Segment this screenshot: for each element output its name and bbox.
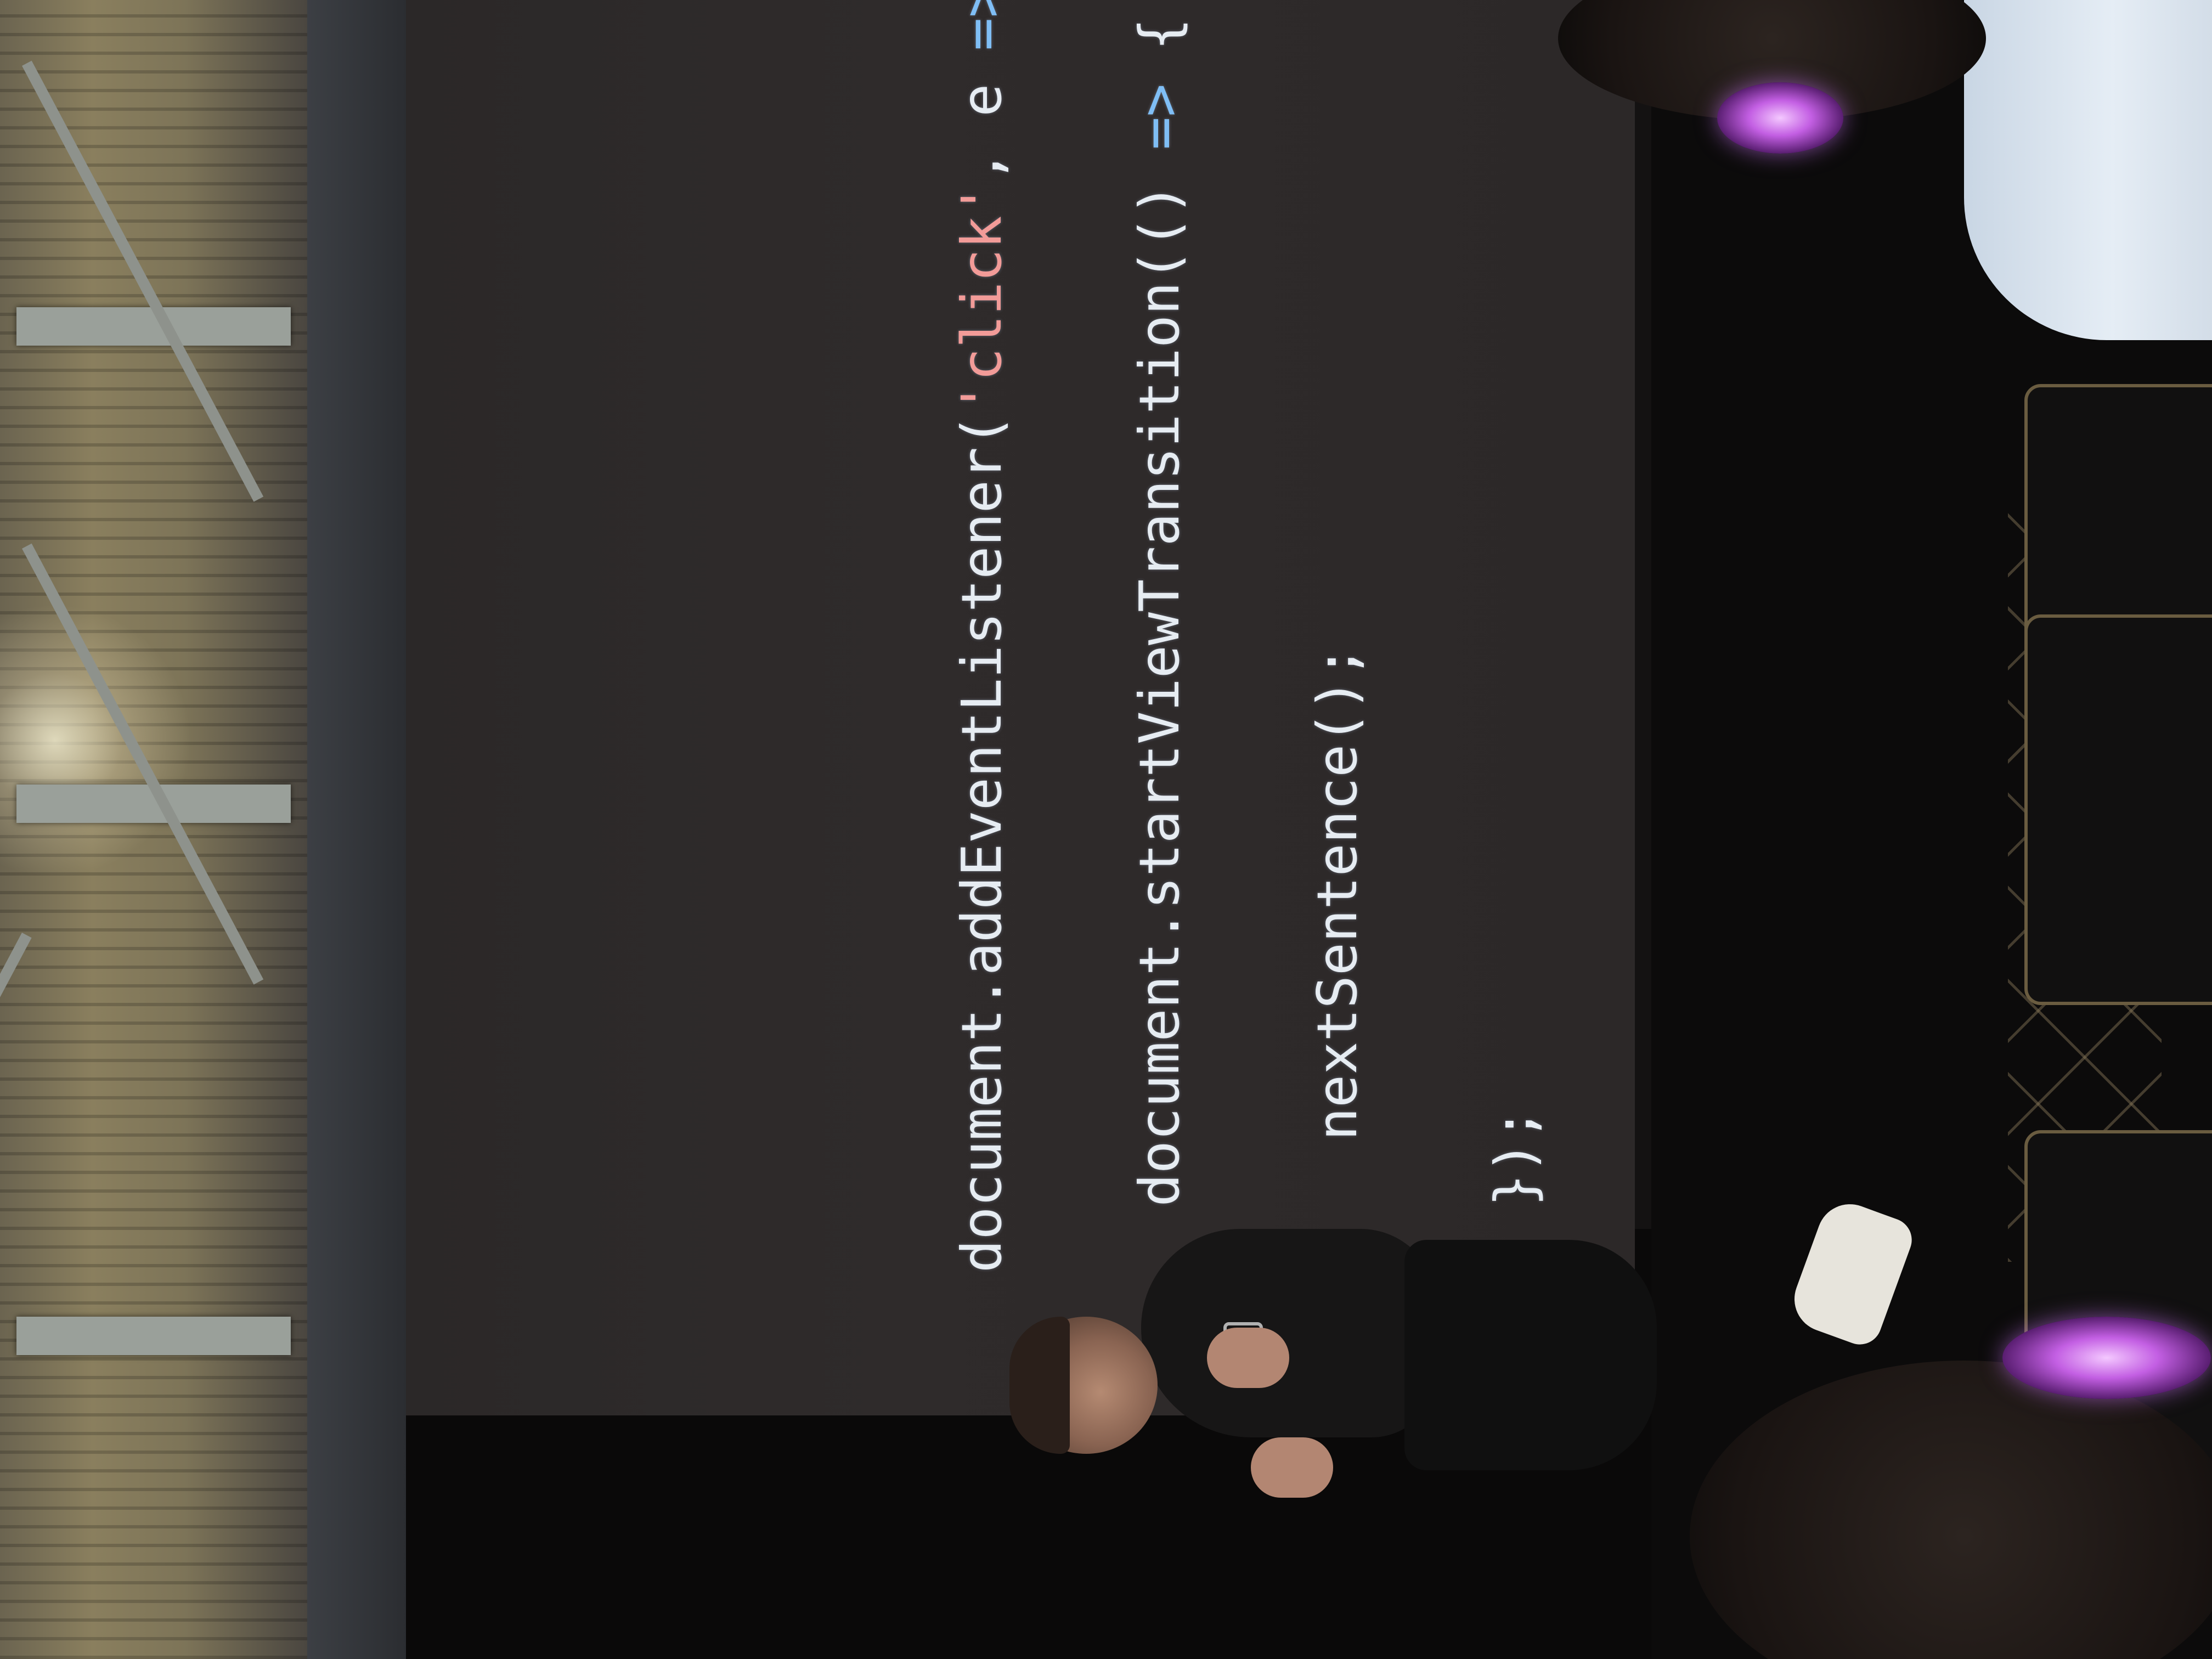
speaker-hand bbox=[1207, 1328, 1289, 1388]
ceiling-beam bbox=[16, 1317, 291, 1355]
code-arrow-token: => bbox=[950, 0, 1014, 51]
wall-strip bbox=[307, 0, 406, 1659]
code-line-1: document.addEventListener('click', e => … bbox=[950, 0, 1014, 1273]
speaker-hand bbox=[1251, 1437, 1333, 1498]
audience-chair bbox=[2024, 614, 2212, 1005]
photo-scene: document.addEventListener('click', e => … bbox=[0, 0, 2212, 1659]
code-arrow-token: => bbox=[1127, 83, 1192, 150]
speaker-torso bbox=[1141, 1229, 1437, 1437]
code-token: { bbox=[1127, 18, 1192, 84]
headphone-icon bbox=[1717, 82, 1843, 154]
code-line-3: nextSentence(); bbox=[1305, 0, 1369, 1273]
code-line-4: }); bbox=[1483, 0, 1547, 1273]
audience-member-shirt bbox=[1964, 0, 2212, 340]
code-string-token: 'click' bbox=[950, 183, 1014, 414]
code-token: document.startViewTransition(() bbox=[1127, 150, 1192, 1273]
code-token: document.addEventListener( bbox=[950, 414, 1014, 1273]
code-line-2: document.startViewTransition(() => { bbox=[1127, 0, 1192, 1273]
code-token: nextSentence(); bbox=[1305, 645, 1369, 1273]
headphone-icon bbox=[2002, 1317, 2211, 1399]
speaker-legs bbox=[1404, 1240, 1657, 1470]
code-token: , e bbox=[950, 50, 1014, 183]
